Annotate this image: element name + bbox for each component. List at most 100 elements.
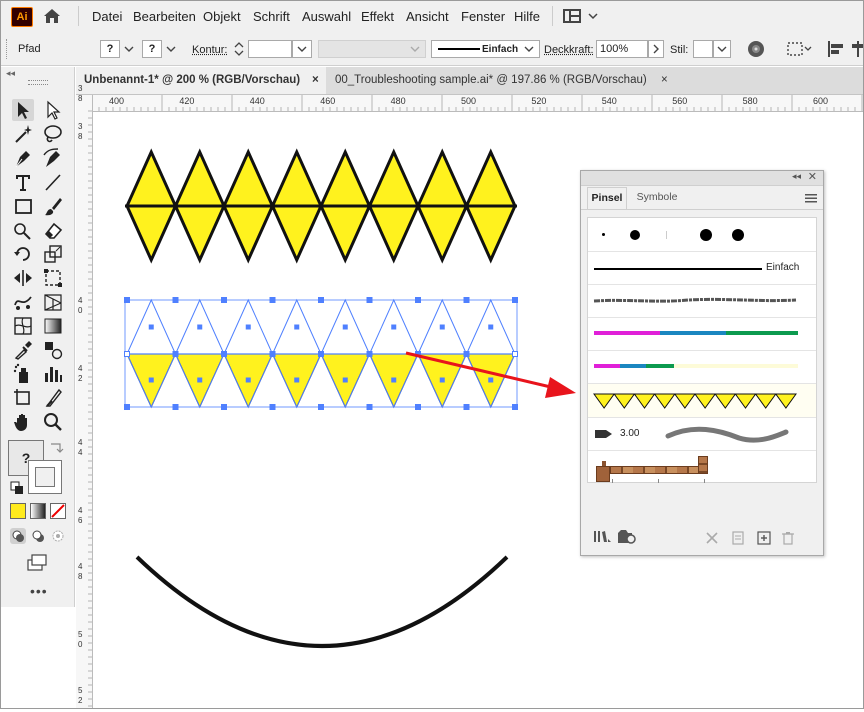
center-point-handle[interactable] (391, 324, 397, 330)
center-point-handle[interactable] (245, 324, 251, 330)
anchor-point-handle[interactable] (366, 404, 373, 410)
anchor-point-handle[interactable] (512, 351, 518, 357)
panel-title-bar[interactable]: ◂◂ ✕ (581, 171, 823, 186)
draw-normal-icon[interactable] (10, 528, 26, 544)
puppet-warp-tool-icon[interactable] (12, 291, 34, 313)
diamond-pattern-row[interactable] (125, 148, 517, 264)
panel-grip[interactable] (28, 80, 48, 85)
perspective-grid-tool-icon[interactable] (42, 291, 64, 313)
menu-hilfe[interactable]: Hilfe (514, 9, 540, 24)
anchor-point-handle[interactable] (269, 297, 276, 303)
direct-selection-tool-icon[interactable] (42, 99, 64, 121)
border-pattern-brush-row[interactable] (588, 451, 816, 483)
menu-effekt[interactable]: Effekt (361, 9, 394, 24)
center-point-handle[interactable] (294, 377, 300, 383)
align-options-icon[interactable] (787, 41, 813, 57)
close-tab-icon[interactable]: × (661, 67, 668, 94)
lasso-tool-icon[interactable] (42, 123, 64, 145)
center-point-handle[interactable] (391, 377, 397, 383)
tab-pinsel[interactable]: Pinsel (587, 187, 627, 210)
gradient-mode-icon[interactable] (30, 503, 46, 519)
center-point-handle[interactable] (197, 377, 203, 383)
tab-troubleshooting-sample[interactable]: 00_Troubleshooting sample.ai* @ 197.86 %… (327, 67, 673, 94)
align-left-icon[interactable] (827, 41, 847, 57)
anchor-point-handle[interactable] (463, 351, 470, 357)
type-tool-icon[interactable] (12, 171, 34, 193)
anchor-point-handle[interactable] (221, 351, 227, 357)
center-point-handle[interactable] (197, 324, 203, 330)
artboard-tool-icon[interactable] (12, 387, 34, 409)
selected-triangle-brush-path[interactable] (124, 297, 518, 410)
libraries-panel-icon[interactable] (617, 529, 637, 545)
blend-tool-icon[interactable] (42, 339, 64, 361)
anchor-point-handle[interactable] (318, 351, 324, 357)
brush-dot-small[interactable] (630, 230, 640, 240)
draw-behind-icon[interactable] (30, 528, 46, 544)
menu-objekt[interactable]: Objekt (203, 9, 241, 24)
opacity-label[interactable]: Deckkraft: (544, 44, 594, 56)
opacity-expand-chevron-icon[interactable] (648, 40, 664, 58)
rotate-tool-icon[interactable] (12, 243, 34, 265)
rectangle-tool-icon[interactable] (12, 195, 34, 217)
anchor-point-handle[interactable] (463, 404, 470, 410)
anchor-point-handle[interactable] (124, 351, 130, 357)
anchor-point-handle[interactable] (172, 351, 179, 357)
none-mode-icon[interactable] (50, 503, 66, 519)
center-point-handle[interactable] (245, 377, 251, 383)
anchor-point-handle[interactable] (512, 297, 518, 303)
center-point-handle[interactable] (294, 324, 300, 330)
color-mode-icon[interactable] (10, 503, 26, 519)
swap-fill-stroke-icon[interactable] (48, 440, 64, 454)
shaper-tool-icon[interactable] (12, 219, 34, 241)
brush-dot-medium[interactable] (700, 229, 712, 241)
workspace-switcher-icon[interactable] (563, 9, 599, 25)
home-icon[interactable] (42, 6, 62, 26)
collapse-panel-icon[interactable]: ◂◂ (6, 68, 20, 78)
close-tab-icon[interactable]: × (312, 67, 319, 94)
eraser-tool-icon[interactable] (42, 219, 64, 241)
anchor-point-handle[interactable] (172, 297, 179, 303)
vertical-ruler[interactable]: 383840424446485052 (76, 84, 93, 709)
anchor-point-handle[interactable] (124, 297, 130, 303)
menu-schrift[interactable]: Schrift (253, 9, 290, 24)
curvature-tool-icon[interactable] (42, 147, 64, 169)
menu-bearbeiten[interactable]: Bearbeiten (133, 9, 196, 24)
graphic-style-chevron-icon[interactable] (713, 40, 731, 58)
anchor-point-handle[interactable] (269, 351, 276, 357)
tab-symbole[interactable]: Symbole (629, 187, 685, 209)
anchor-point-handle[interactable] (463, 297, 470, 303)
pen-tool-icon[interactable] (12, 147, 34, 169)
align-center-icon[interactable] (852, 41, 864, 57)
center-point-handle[interactable] (439, 324, 445, 330)
center-point-handle[interactable] (488, 377, 494, 383)
anchor-point-handle[interactable] (172, 404, 179, 410)
anchor-point-handle[interactable] (512, 404, 518, 410)
horizontal-ruler[interactable]: 400 420 440 460 480 500 520 540 560 580 600 (91, 95, 864, 112)
anchor-point-handle[interactable] (415, 404, 421, 410)
symbol-sprayer-tool-icon[interactable] (12, 363, 34, 385)
contour-label[interactable]: Kontur: (192, 44, 227, 56)
stroke-weight-input[interactable] (248, 40, 292, 58)
brush-dot-tiny[interactable] (602, 233, 605, 236)
menu-auswahl[interactable]: Auswahl (302, 9, 351, 24)
fill-swatch[interactable]: ? (100, 40, 120, 58)
stroke-color-swatch[interactable] (28, 460, 62, 494)
zoom-tool-icon[interactable] (42, 411, 64, 433)
anchor-point-handle[interactable] (318, 297, 324, 303)
stroke-weight-stepper-icon[interactable] (232, 39, 246, 59)
eyedropper-tool-icon[interactable] (12, 339, 34, 361)
variable-width-profile-select[interactable] (318, 40, 426, 58)
tricolor-pattern-brush-row[interactable] (588, 318, 816, 350)
default-fill-stroke-icon[interactable] (10, 481, 24, 495)
center-point-handle[interactable] (439, 377, 445, 383)
fill-dropdown-chevron-icon[interactable] (122, 41, 136, 57)
graphic-style-swatch[interactable] (693, 40, 713, 58)
anchor-point-handle[interactable] (415, 297, 421, 303)
center-point-handle[interactable] (342, 377, 348, 383)
anchor-point-handle[interactable] (221, 404, 227, 410)
anchor-point-handle[interactable] (366, 297, 373, 303)
stroke-swatch[interactable]: ? (142, 40, 162, 58)
charcoal-brush-row[interactable] (588, 285, 816, 317)
new-brush-icon[interactable] (757, 531, 771, 545)
brush-dot-hairline[interactable] (666, 231, 667, 239)
